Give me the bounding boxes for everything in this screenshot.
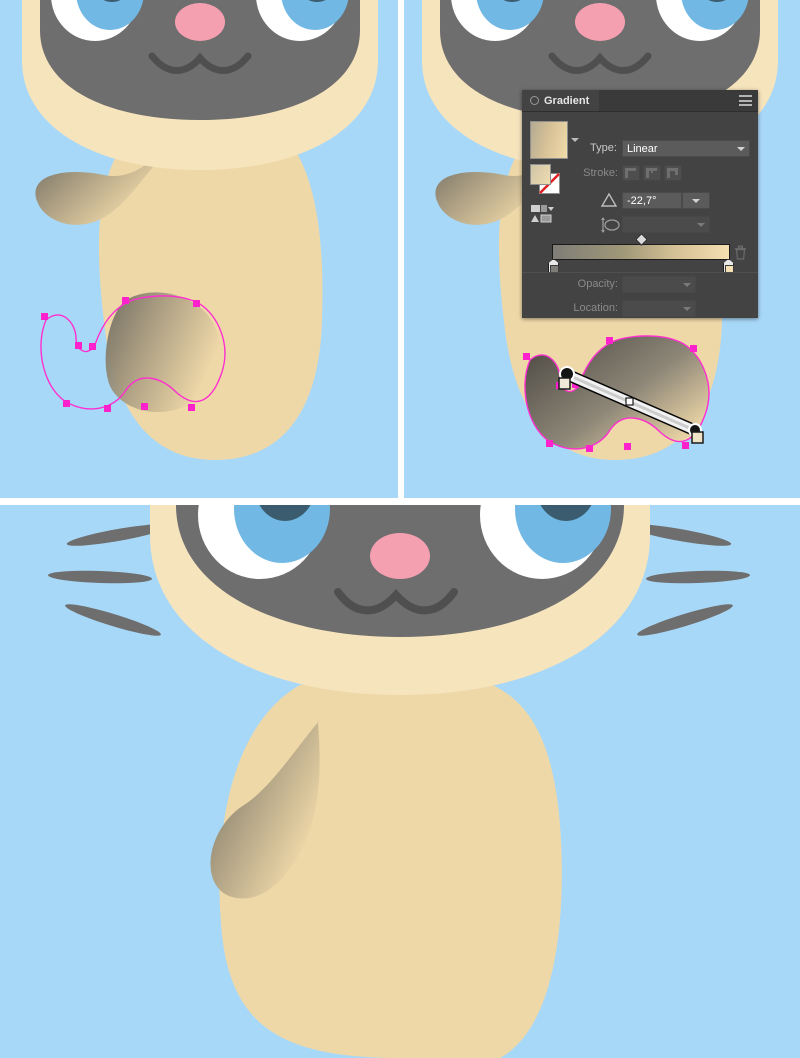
gradient-annotator-bar[interactable] xyxy=(558,366,704,444)
gradient-fill-stroke-icons[interactable] xyxy=(531,204,557,224)
panel-separator xyxy=(522,272,758,273)
gradient-type-select[interactable]: Linear xyxy=(622,140,750,157)
gradient-across-stroke-button[interactable] xyxy=(664,165,683,181)
tail-selection-overlay[interactable] xyxy=(0,505,800,1058)
gradient-stop-end[interactable] xyxy=(723,259,734,273)
gradient-angle-input[interactable]: -22,7° xyxy=(622,192,682,209)
aspect-ratio-icon xyxy=(601,217,620,233)
gradient-opacity-input[interactable] xyxy=(622,276,696,293)
chevron-down-icon[interactable] xyxy=(571,138,579,142)
trash-icon[interactable] xyxy=(734,245,747,260)
gradient-within-stroke-button[interactable] xyxy=(622,165,640,181)
tutorial-panel-step-3 xyxy=(0,505,800,1058)
chevron-down-icon[interactable] xyxy=(737,146,745,151)
gradient-along-stroke-button[interactable] xyxy=(643,165,662,181)
type-label: Type: xyxy=(590,142,617,154)
tutorial-panel-step-1 xyxy=(0,0,400,500)
gradient-start-color-chip xyxy=(558,377,571,390)
location-label: Location: xyxy=(573,302,618,314)
panel-divider-horizontal xyxy=(0,498,800,505)
panel-collapse-icon[interactable] xyxy=(530,96,539,105)
chevron-down-icon[interactable] xyxy=(697,222,705,227)
gradient-panel-title: Gradient xyxy=(544,94,590,107)
opacity-label: Opacity: xyxy=(577,278,618,290)
stroke-label: Stroke: xyxy=(583,167,618,179)
fill-proxy-swatch[interactable] xyxy=(530,164,551,185)
gradient-fill-swatch[interactable] xyxy=(530,121,568,159)
chevron-down-icon[interactable] xyxy=(683,306,691,311)
gradient-angle-icon xyxy=(600,192,618,207)
screenshot-stage: Gradient Type: Linear Stroke: -22,7° Opa… xyxy=(0,0,800,1058)
gradient-panel-tab[interactable]: Gradient xyxy=(522,90,600,111)
panel-divider-vertical xyxy=(398,0,404,500)
chevron-down-icon[interactable] xyxy=(683,282,691,287)
gradient-panel[interactable]: Gradient Type: Linear Stroke: -22,7° Opa… xyxy=(522,90,758,318)
gradient-angle-value: -22,7° xyxy=(627,194,657,207)
gradient-panel-titlebar[interactable]: Gradient xyxy=(522,90,758,112)
gradient-stop-start[interactable] xyxy=(548,259,559,273)
gradient-panel-body: Type: Linear Stroke: -22,7° Opacity: Loc… xyxy=(522,112,758,319)
chevron-down-icon[interactable] xyxy=(692,198,700,203)
gradient-midpoint-handle xyxy=(625,397,634,406)
gradient-angle-dropdown[interactable] xyxy=(682,192,710,209)
gradient-end-color-chip xyxy=(691,431,704,444)
gradient-type-value: Linear xyxy=(627,142,658,155)
gradient-aspect-ratio-input[interactable] xyxy=(622,216,710,233)
tail-anchor-points-step-1[interactable] xyxy=(0,0,400,500)
gradient-slider[interactable] xyxy=(552,244,730,260)
fill-stroke-proxy[interactable] xyxy=(530,164,560,194)
hamburger-menu-icon[interactable] xyxy=(739,95,752,106)
gradient-slider-wrap[interactable] xyxy=(548,233,734,273)
gradient-location-input[interactable] xyxy=(622,300,696,317)
